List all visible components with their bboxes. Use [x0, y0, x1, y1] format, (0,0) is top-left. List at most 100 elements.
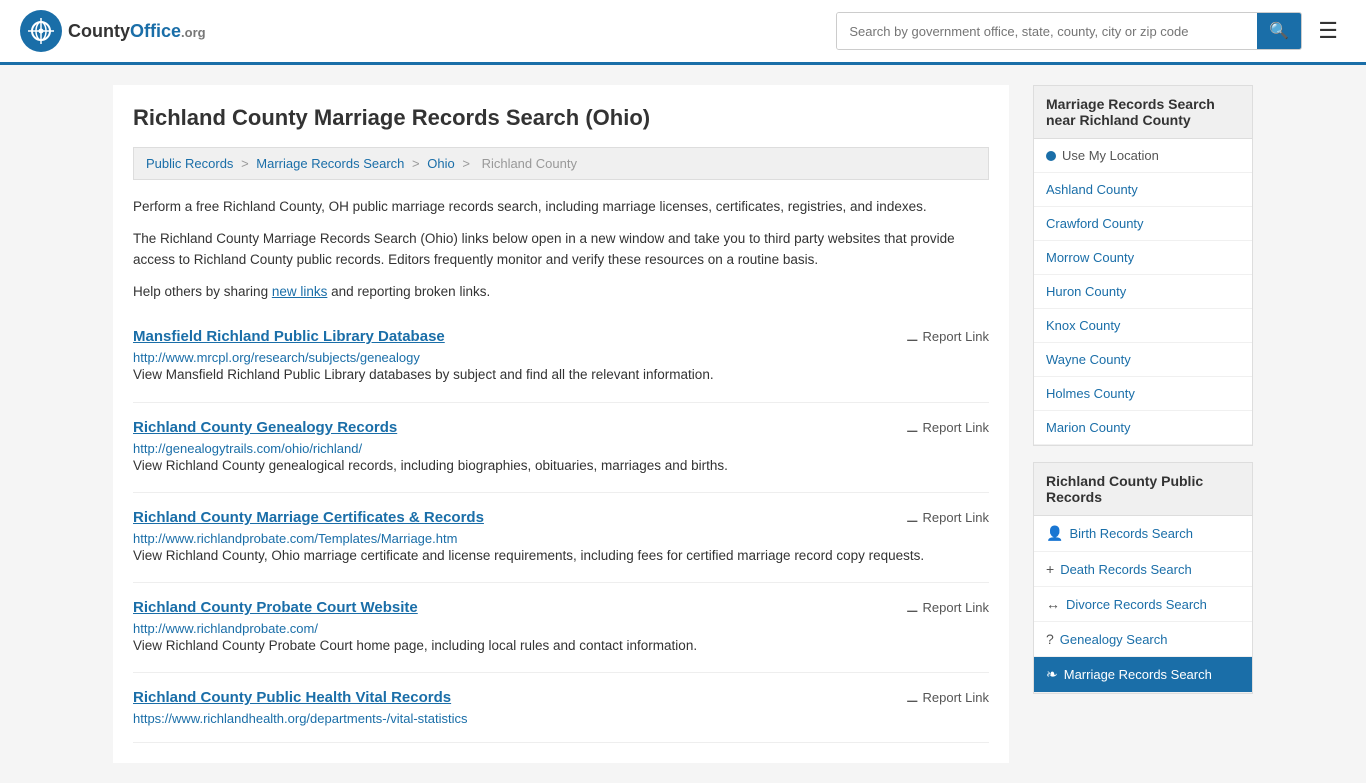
- result-title[interactable]: Richland County Probate Court Website: [133, 599, 418, 616]
- content-area: Richland County Marriage Records Search …: [113, 85, 1009, 763]
- sidebar-nearby-item[interactable]: Marion County: [1034, 411, 1252, 445]
- public-record-link[interactable]: ? Genealogy Search: [1034, 622, 1252, 656]
- report-icon: ⚊: [906, 689, 919, 706]
- nearby-county-link[interactable]: Crawford County: [1034, 207, 1252, 240]
- sidebar-nearby-item[interactable]: Wayne County: [1034, 343, 1252, 377]
- result-header: Richland County Probate Court Website ⚊ …: [133, 599, 989, 616]
- result-header: Richland County Marriage Certificates & …: [133, 509, 989, 526]
- result-url: http://genealogytrails.com/ohio/richland…: [133, 440, 989, 456]
- result-url-link[interactable]: http://www.richlandprobate.com/: [133, 621, 318, 636]
- result-header: Richland County Public Health Vital Reco…: [133, 689, 989, 706]
- report-icon: ⚊: [906, 509, 919, 526]
- use-location-item[interactable]: Use My Location: [1034, 139, 1252, 173]
- search-input[interactable]: [837, 13, 1257, 49]
- report-icon: ⚊: [906, 599, 919, 616]
- result-item: Richland County Marriage Certificates & …: [133, 493, 989, 583]
- nearby-county-link[interactable]: Wayne County: [1034, 343, 1252, 376]
- result-url: https://www.richlandhealth.org/departmen…: [133, 710, 989, 726]
- result-desc: View Richland County, Ohio marriage cert…: [133, 546, 989, 566]
- search-button[interactable]: 🔍: [1257, 13, 1301, 49]
- result-item: Richland County Genealogy Records ⚊ Repo…: [133, 403, 989, 493]
- nearby-county-link[interactable]: Marion County: [1034, 411, 1252, 444]
- breadcrumb-public-records[interactable]: Public Records: [146, 156, 233, 171]
- breadcrumb: Public Records > Marriage Records Search…: [133, 147, 989, 180]
- report-link[interactable]: ⚊ Report Link: [906, 599, 989, 616]
- pr-label: Marriage Records Search: [1064, 667, 1212, 682]
- description-1: Perform a free Richland County, OH publi…: [133, 196, 989, 218]
- report-link[interactable]: ⚊ Report Link: [906, 689, 989, 706]
- public-record-link[interactable]: + Death Records Search: [1034, 552, 1252, 586]
- result-title[interactable]: Richland County Marriage Certificates & …: [133, 509, 484, 526]
- nearby-county-link[interactable]: Knox County: [1034, 309, 1252, 342]
- result-header: Mansfield Richland Public Library Databa…: [133, 328, 989, 345]
- public-record-link[interactable]: 👤 Birth Records Search: [1034, 516, 1252, 551]
- sidebar-public-record-item[interactable]: ↔ Divorce Records Search: [1034, 587, 1252, 622]
- sidebar-nearby-item[interactable]: Holmes County: [1034, 377, 1252, 411]
- report-label: Report Link: [923, 329, 989, 344]
- pr-icon: 👤: [1046, 525, 1063, 542]
- result-url-link[interactable]: http://www.richlandprobate.com/Templates…: [133, 531, 457, 546]
- report-label: Report Link: [923, 510, 989, 525]
- nearby-list: Use My Location Ashland CountyCrawford C…: [1034, 139, 1252, 445]
- report-icon: ⚊: [906, 328, 919, 345]
- sidebar: Marriage Records Search near Richland Co…: [1033, 85, 1253, 763]
- public-records-list: 👤 Birth Records Search + Death Records Sear…: [1034, 516, 1252, 693]
- result-desc: View Mansfield Richland Public Library d…: [133, 365, 989, 385]
- sidebar-nearby-item[interactable]: Huron County: [1034, 275, 1252, 309]
- description-2: The Richland County Marriage Records Sea…: [133, 228, 989, 271]
- result-item: Richland County Probate Court Website ⚊ …: [133, 583, 989, 673]
- location-dot-icon: [1046, 151, 1056, 161]
- report-link[interactable]: ⚊ Report Link: [906, 509, 989, 526]
- pr-icon: ↔: [1046, 596, 1060, 612]
- report-label: Report Link: [923, 690, 989, 705]
- result-url: http://www.mrcpl.org/research/subjects/g…: [133, 349, 989, 365]
- nearby-county-link[interactable]: Morrow County: [1034, 241, 1252, 274]
- report-link[interactable]: ⚊ Report Link: [906, 419, 989, 436]
- menu-button[interactable]: ☰: [1310, 14, 1346, 48]
- result-title[interactable]: Richland County Genealogy Records: [133, 419, 397, 436]
- result-desc: View Richland County genealogical record…: [133, 456, 989, 476]
- pr-label: Divorce Records Search: [1066, 597, 1207, 612]
- page-title: Richland County Marriage Records Search …: [133, 105, 989, 131]
- pr-label: Death Records Search: [1060, 562, 1192, 577]
- result-url-link[interactable]: http://www.mrcpl.org/research/subjects/g…: [133, 350, 420, 365]
- use-location-label: Use My Location: [1062, 148, 1159, 163]
- main-container: Richland County Marriage Records Search …: [93, 65, 1273, 783]
- sidebar-public-record-item[interactable]: ? Genealogy Search: [1034, 622, 1252, 657]
- result-url-link[interactable]: https://www.richlandhealth.org/departmen…: [133, 711, 468, 726]
- sidebar-nearby-item[interactable]: Ashland County: [1034, 173, 1252, 207]
- pr-label: Birth Records Search: [1069, 526, 1193, 541]
- use-location-link[interactable]: Use My Location: [1034, 139, 1252, 172]
- new-links-link[interactable]: new links: [272, 284, 328, 299]
- sidebar-nearby-item[interactable]: Morrow County: [1034, 241, 1252, 275]
- logo-area: CountyOffice.org: [20, 10, 206, 52]
- nearby-county-link[interactable]: Huron County: [1034, 275, 1252, 308]
- pr-icon: ❧: [1046, 666, 1058, 683]
- breadcrumb-current: Richland County: [482, 156, 577, 171]
- sidebar-nearby-item[interactable]: Knox County: [1034, 309, 1252, 343]
- report-icon: ⚊: [906, 419, 919, 436]
- logo-icon: [20, 10, 62, 52]
- result-title[interactable]: Mansfield Richland Public Library Databa…: [133, 328, 445, 345]
- breadcrumb-marriage-records-search[interactable]: Marriage Records Search: [256, 156, 404, 171]
- sidebar-public-record-item[interactable]: + Death Records Search: [1034, 552, 1252, 587]
- sidebar-public-record-item[interactable]: 👤 Birth Records Search: [1034, 516, 1252, 552]
- sidebar-nearby-item[interactable]: Crawford County: [1034, 207, 1252, 241]
- public-record-link[interactable]: ↔ Divorce Records Search: [1034, 587, 1252, 621]
- result-title[interactable]: Richland County Public Health Vital Reco…: [133, 689, 451, 706]
- pr-label: Genealogy Search: [1060, 632, 1168, 647]
- sidebar-public-record-item[interactable]: ❧ Marriage Records Search: [1034, 657, 1252, 693]
- result-url-link[interactable]: http://genealogytrails.com/ohio/richland…: [133, 441, 362, 456]
- report-link[interactable]: ⚊ Report Link: [906, 328, 989, 345]
- description-3: Help others by sharing new links and rep…: [133, 281, 989, 303]
- breadcrumb-ohio[interactable]: Ohio: [427, 156, 454, 171]
- pr-icon: ?: [1046, 631, 1054, 647]
- nearby-county-link[interactable]: Holmes County: [1034, 377, 1252, 410]
- pr-icon: +: [1046, 561, 1054, 577]
- result-item: Richland County Public Health Vital Reco…: [133, 673, 989, 743]
- logo-text: CountyOffice.org: [68, 21, 206, 42]
- nearby-county-link[interactable]: Ashland County: [1034, 173, 1252, 206]
- public-record-link[interactable]: ❧ Marriage Records Search: [1034, 657, 1252, 692]
- result-item: Mansfield Richland Public Library Databa…: [133, 312, 989, 402]
- result-url: http://www.richlandprobate.com/Templates…: [133, 530, 989, 546]
